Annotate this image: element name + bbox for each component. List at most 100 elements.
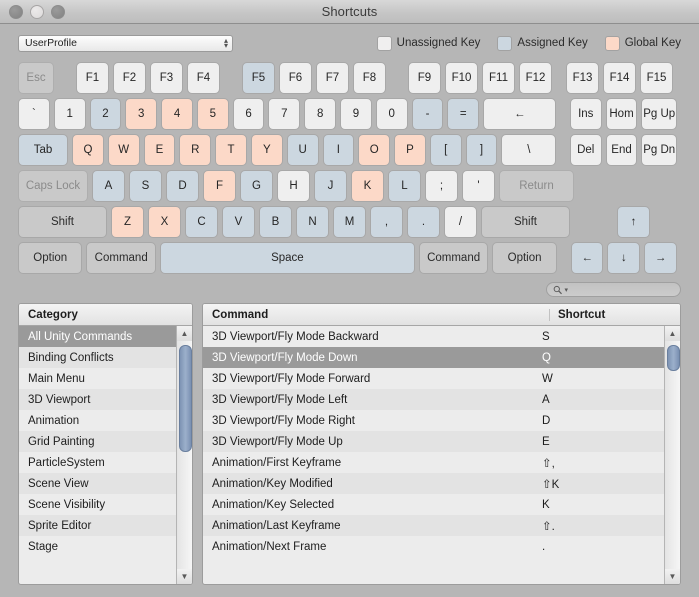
command-scroll-track[interactable] bbox=[665, 341, 680, 569]
key-[interactable]: . bbox=[407, 206, 440, 238]
key-0[interactable]: 0 bbox=[375, 98, 408, 130]
key-S[interactable]: S bbox=[129, 170, 162, 202]
key-F1[interactable]: F1 bbox=[76, 62, 109, 94]
key-Z[interactable]: Z bbox=[111, 206, 144, 238]
key-F[interactable]: F bbox=[203, 170, 236, 202]
key-Command[interactable]: Command bbox=[86, 242, 156, 274]
key-F3[interactable]: F3 bbox=[150, 62, 183, 94]
key-End[interactable]: End bbox=[605, 134, 638, 166]
key-F10[interactable]: F10 bbox=[445, 62, 478, 94]
key-9[interactable]: 9 bbox=[340, 98, 372, 130]
key-L[interactable]: L bbox=[388, 170, 421, 202]
key-2[interactable]: 2 bbox=[89, 98, 122, 130]
category-item[interactable]: All Unity Commands bbox=[19, 326, 176, 347]
search-input[interactable] bbox=[570, 283, 674, 296]
key-Option[interactable]: Option bbox=[18, 242, 83, 274]
key-Space[interactable]: Space bbox=[159, 242, 415, 274]
key-G[interactable]: G bbox=[240, 170, 273, 202]
table-row[interactable]: 3D Viewport/Fly Mode Left A bbox=[203, 389, 664, 410]
category-item[interactable]: Animation bbox=[19, 410, 176, 431]
key-[interactable]: \ bbox=[501, 134, 557, 166]
scroll-up-icon[interactable]: ▲ bbox=[177, 326, 192, 341]
category-item[interactable]: Grid Painting bbox=[19, 431, 176, 452]
key-X[interactable]: X bbox=[148, 206, 181, 238]
command-scroll-thumb[interactable] bbox=[667, 345, 680, 371]
key-[interactable]: / bbox=[444, 206, 477, 238]
key-F5[interactable]: F5 bbox=[242, 62, 275, 94]
key-4[interactable]: 4 bbox=[161, 98, 193, 130]
table-row[interactable]: 3D Viewport/Fly Mode Forward W bbox=[203, 368, 664, 389]
table-row[interactable]: 3D Viewport/Fly Mode Backward S bbox=[203, 326, 664, 347]
key-F7[interactable]: F7 bbox=[316, 62, 349, 94]
key-K[interactable]: K bbox=[351, 170, 384, 202]
key-B[interactable]: B bbox=[259, 206, 292, 238]
key-F6[interactable]: F6 bbox=[279, 62, 312, 94]
key-O[interactable]: O bbox=[358, 134, 391, 166]
key-N[interactable]: N bbox=[296, 206, 329, 238]
key-[interactable]: [ bbox=[429, 134, 462, 166]
key-F4[interactable]: F4 bbox=[187, 62, 220, 94]
table-row[interactable]: Animation/Key Modified ⇧K bbox=[203, 473, 664, 494]
category-list[interactable]: All Unity Commands Binding Conflicts Main … bbox=[19, 326, 176, 584]
key-7[interactable]: 7 bbox=[268, 98, 301, 130]
key-H[interactable]: H bbox=[277, 170, 310, 202]
key-Y[interactable]: Y bbox=[250, 134, 283, 166]
category-scroll-track[interactable] bbox=[177, 341, 192, 569]
key-U[interactable]: U bbox=[286, 134, 319, 166]
key-[interactable]: ↑ bbox=[617, 206, 650, 238]
category-item[interactable]: Sprite Editor bbox=[19, 515, 176, 536]
table-row[interactable]: Animation/Key Selected K bbox=[203, 494, 664, 515]
command-scrollbar[interactable]: ▲ ▼ bbox=[664, 326, 680, 584]
key-M[interactable]: M bbox=[333, 206, 366, 238]
key-F11[interactable]: F11 bbox=[482, 62, 515, 94]
key-Tab[interactable]: Tab bbox=[18, 134, 69, 166]
category-scroll-thumb[interactable] bbox=[179, 345, 192, 452]
key-[interactable]: ; bbox=[425, 170, 458, 202]
search-field[interactable]: ▾ bbox=[546, 282, 681, 297]
key-Return[interactable]: Return bbox=[499, 170, 574, 202]
command-list[interactable]: 3D Viewport/Fly Mode Backward S 3D Viewpor… bbox=[203, 326, 664, 584]
profile-dropdown[interactable]: UserProfile ▴ ▾ bbox=[18, 34, 233, 52]
key-Command[interactable]: Command bbox=[418, 242, 489, 274]
key-W[interactable]: W bbox=[107, 134, 140, 166]
category-scrollbar[interactable]: ▲ ▼ bbox=[176, 326, 192, 584]
key-C[interactable]: C bbox=[185, 206, 218, 238]
table-row[interactable]: 3D Viewport/Fly Mode Up E bbox=[203, 431, 664, 452]
key-F2[interactable]: F2 bbox=[113, 62, 146, 94]
key-F12[interactable]: F12 bbox=[519, 62, 552, 94]
table-row[interactable]: Animation/Next Frame. bbox=[203, 536, 664, 557]
key-Esc[interactable]: Esc bbox=[18, 62, 54, 94]
key-[interactable]: = bbox=[447, 98, 480, 130]
key-Shift[interactable]: Shift bbox=[18, 206, 107, 238]
table-row[interactable]: Animation/Last Keyframe ⇧. bbox=[203, 515, 664, 536]
key-F14[interactable]: F14 bbox=[603, 62, 636, 94]
category-item[interactable]: Stage bbox=[19, 536, 176, 557]
key-F9[interactable]: F9 bbox=[408, 62, 441, 94]
key-8[interactable]: 8 bbox=[304, 98, 337, 130]
scroll-down-icon[interactable]: ▼ bbox=[177, 569, 192, 584]
key-Ins[interactable]: Ins bbox=[569, 98, 602, 130]
key-Hom[interactable]: Hom bbox=[605, 98, 638, 130]
key-1[interactable]: 1 bbox=[53, 98, 86, 130]
key-[interactable]: → bbox=[644, 242, 677, 274]
category-item[interactable]: Binding Conflicts bbox=[19, 347, 176, 368]
key-A[interactable]: A bbox=[92, 170, 125, 202]
key-E[interactable]: E bbox=[143, 134, 176, 166]
key-Option[interactable]: Option bbox=[492, 242, 557, 274]
scroll-down-icon[interactable]: ▼ bbox=[665, 569, 680, 584]
key-I[interactable]: I bbox=[322, 134, 355, 166]
key-3[interactable]: 3 bbox=[125, 98, 158, 130]
key-[interactable]: ↓ bbox=[607, 242, 641, 274]
key-CapsLock[interactable]: Caps Lock bbox=[18, 170, 88, 202]
key-[interactable]: , bbox=[370, 206, 403, 238]
key-PgUp[interactable]: Pg Up bbox=[641, 98, 678, 130]
key-[interactable]: ' bbox=[462, 170, 495, 202]
key-V[interactable]: V bbox=[222, 206, 255, 238]
key-T[interactable]: T bbox=[215, 134, 247, 166]
scroll-up-icon[interactable]: ▲ bbox=[665, 326, 680, 341]
key-5[interactable]: 5 bbox=[196, 98, 229, 130]
category-item[interactable]: Scene Visibility bbox=[19, 494, 176, 515]
category-item[interactable]: Scene View bbox=[19, 473, 176, 494]
key-PgDn[interactable]: Pg Dn bbox=[641, 134, 678, 166]
key-Shift[interactable]: Shift bbox=[481, 206, 570, 238]
